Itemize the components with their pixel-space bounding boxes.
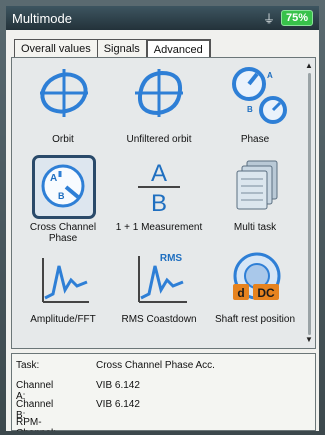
shaft-rest-position-icon: d DC xyxy=(233,252,281,300)
tab-signals[interactable]: Signals xyxy=(96,39,147,59)
function-grid: Orbit Unfiltered orbit A B Phase A B Cro… xyxy=(12,58,304,348)
shaft-rest-position-item[interactable]: d DC Shaft rest position xyxy=(207,248,303,340)
info-panel: Task: Cross Channel Phase Acc. Channel A… xyxy=(11,353,316,431)
a-over-b-icon: A B xyxy=(138,160,180,215)
phase-label: Phase xyxy=(240,134,270,145)
phase-icon-letter-b: B xyxy=(247,105,253,114)
cross-channel-phase-icon: A B xyxy=(41,164,85,208)
cross-channel-phase-item[interactable]: A B Cross Channel Phase xyxy=(15,155,111,248)
battery-indicator: 75% xyxy=(280,10,313,26)
rpm-label: RPM-Channel: xyxy=(16,417,56,431)
multi-task-label: Multi task xyxy=(233,222,277,233)
cross-channel-phase-label-2: Phase xyxy=(48,233,78,244)
one-plus-one-item[interactable]: A B 1 + 1 Measurement xyxy=(111,156,207,248)
scroll-top-icon[interactable]: ▲ xyxy=(305,61,313,70)
cross-icon-letter-a: A xyxy=(50,173,57,184)
one-plus-one-label: 1 + 1 Measurement xyxy=(115,222,203,233)
scrollbar[interactable]: ▲ ▼ xyxy=(305,61,313,344)
shaft-icon-letter-d: d xyxy=(237,286,244,300)
unfiltered-orbit-icon xyxy=(135,69,183,117)
cross-icon-letter-b: B xyxy=(58,191,65,201)
ab-icon-letter-b: B xyxy=(151,190,167,215)
rms-coastdown-label: RMS Coastdown xyxy=(121,314,197,325)
phase-item[interactable]: A B Phase xyxy=(207,64,303,156)
amplitude-fft-item[interactable]: Amplitude/FFT xyxy=(15,248,111,340)
amplitude-fft-icon xyxy=(42,258,89,303)
phase-icon: A B xyxy=(232,67,287,124)
orbit-icon xyxy=(40,69,88,117)
unfiltered-orbit-label: Unfiltered orbit xyxy=(126,134,192,145)
orbit-item[interactable]: Orbit xyxy=(15,64,111,156)
rms-coastdown-item[interactable]: RMS RMS Coastdown xyxy=(111,248,207,340)
channel-a-value: VIB 6.142 xyxy=(96,380,140,391)
orbit-label: Orbit xyxy=(52,134,74,145)
ab-icon-letter-a: A xyxy=(151,160,167,187)
multi-task-icon xyxy=(236,160,278,210)
device-frame: Multimode ⏚ 75% Overall values Signals A… xyxy=(0,0,325,435)
multi-task-item[interactable]: Multi task xyxy=(207,156,303,248)
scroll-bottom-icon[interactable]: ▼ xyxy=(305,335,313,344)
task-label: Task: xyxy=(16,360,40,371)
tab-overall-values[interactable]: Overall values xyxy=(14,39,98,59)
advanced-panel: Orbit Unfiltered orbit A B Phase A B Cro… xyxy=(11,57,316,349)
task-value: Cross Channel Phase Acc. xyxy=(96,360,215,371)
scroll-track[interactable] xyxy=(308,73,311,335)
window-title: Multimode xyxy=(12,10,72,26)
title-bar: Multimode ⏚ 75% xyxy=(6,6,319,30)
rms-icon-text: RMS xyxy=(160,253,183,264)
cross-channel-phase-label-1: Cross Channel xyxy=(29,222,97,233)
shaft-rest-position-label: Shaft rest position xyxy=(214,314,296,325)
status-area: ⏚ 75% xyxy=(263,10,313,27)
channel-b-value: VIB 6.142 xyxy=(96,399,140,410)
screen: Multimode ⏚ 75% Overall values Signals A… xyxy=(6,6,319,431)
shaft-icon-letters-dc: DC xyxy=(257,286,275,300)
rms-coastdown-icon: RMS xyxy=(138,253,187,303)
unfiltered-orbit-item[interactable]: Unfiltered orbit xyxy=(111,64,207,156)
usb-icon: ⏚ xyxy=(262,11,275,26)
amplitude-fft-label: Amplitude/FFT xyxy=(30,314,96,325)
phase-icon-letter-a: A xyxy=(267,71,273,80)
